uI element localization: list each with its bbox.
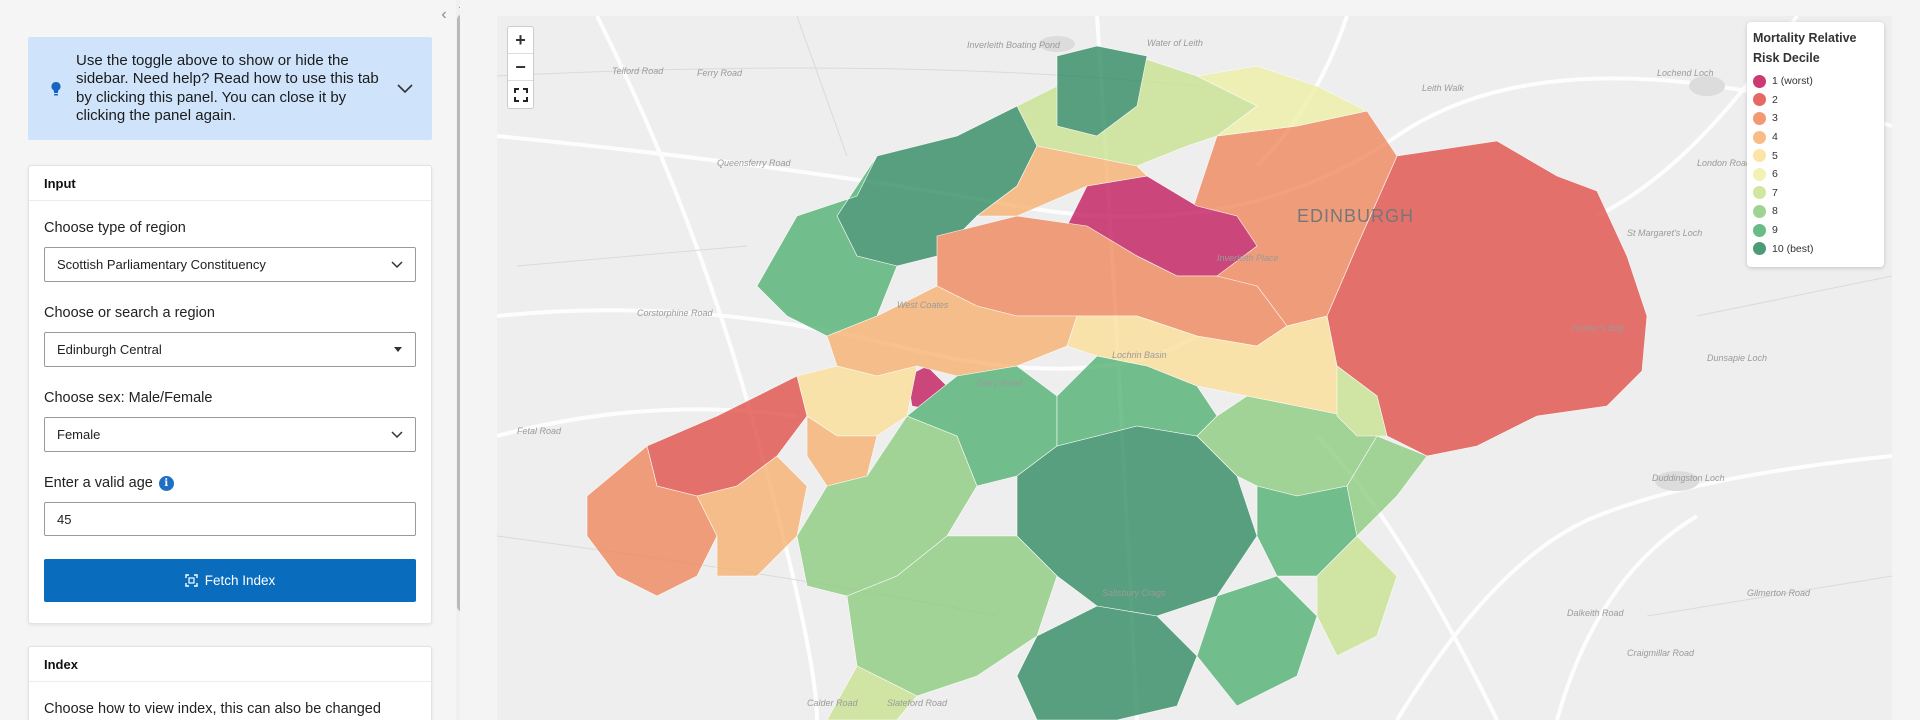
legend-label: 10 (best)	[1772, 242, 1814, 255]
sidebar: ‹ Use the toggle above to show or hide t…	[0, 0, 460, 720]
legend-swatch	[1753, 130, 1766, 144]
region-type-value: Scottish Parliamentary Constituency	[57, 257, 266, 272]
map-label: Lochrin Basin	[1112, 350, 1167, 360]
map-label: Leith Walk	[1422, 83, 1464, 93]
chevron-down-icon	[391, 430, 403, 438]
region-value: Edinburgh Central	[57, 342, 162, 357]
map-label: Duddingston Loch	[1652, 473, 1725, 483]
index-card-header: Index	[29, 647, 431, 682]
legend-label: 1 (worst)	[1772, 75, 1813, 88]
map-label: Salisbury Crags	[1102, 588, 1166, 598]
legend-item: 4	[1753, 128, 1878, 147]
map-basemap: Inverleith Boating Pond Water of Leith T…	[497, 16, 1892, 720]
refresh-icon	[185, 574, 198, 587]
legend-swatch	[1753, 186, 1766, 200]
map-label: Slateford Road	[887, 698, 948, 708]
legend-swatch	[1753, 149, 1766, 163]
index-view-label: Choose how to view index, this can also …	[44, 701, 381, 717]
map-label: Gilmerton Road	[1747, 588, 1811, 598]
info-icon[interactable]: i	[158, 475, 174, 491]
help-text: Use the toggle above to show or hide the…	[76, 51, 379, 125]
map-label: St Margaret's Loch	[1627, 228, 1702, 238]
zoom-control: + −	[507, 26, 534, 109]
map-label: Queensferry Road	[717, 158, 792, 168]
legend-item: 5	[1753, 146, 1878, 165]
legend-item: 7	[1753, 184, 1878, 203]
legend-swatch	[1753, 167, 1766, 181]
legend-swatch	[1753, 223, 1766, 237]
chevron-down-icon	[391, 260, 403, 268]
legend-swatch	[1753, 93, 1766, 107]
legend-swatch	[1753, 74, 1766, 88]
map-label: London Road	[1697, 158, 1752, 168]
map-label: West Coates	[897, 300, 949, 310]
map-label: Inverleith Boating Pond	[967, 40, 1061, 50]
map-label: Craigmillar Road	[1627, 648, 1695, 658]
city-label: EDINBURGH	[1297, 206, 1414, 226]
map-label: Fetal Road	[517, 426, 562, 436]
sex-value: Female	[57, 427, 101, 442]
region-label: Choose or search a region	[44, 305, 215, 321]
map-legend: Mortality Relative Risk Decile 1 (worst)…	[1747, 22, 1884, 267]
map-label: Lochend Loch	[1657, 68, 1714, 78]
map-label: Dunsapie Loch	[1707, 353, 1767, 363]
input-card: Input Choose type of region Scottish Par…	[28, 165, 432, 624]
map-label: Corstorphine Road	[637, 308, 714, 318]
legend-item: 1 (worst)	[1753, 72, 1878, 91]
region-type-select[interactable]: Scottish Parliamentary Constituency	[44, 247, 416, 282]
help-panel[interactable]: Use the toggle above to show or hide the…	[28, 37, 432, 140]
legend-label: 2	[1772, 93, 1778, 106]
choropleth-map[interactable]: Inverleith Boating Pond Water of Leith T…	[497, 16, 1892, 720]
index-card: Index Choose how to view index, this can…	[28, 646, 432, 720]
age-label: Enter a valid age	[44, 475, 153, 491]
legend-label: 5	[1772, 149, 1778, 162]
input-card-header: Input	[29, 166, 431, 201]
map-label: Calder Road	[807, 698, 859, 708]
legend-title: Mortality Relative Risk Decile	[1753, 31, 1857, 65]
legend-label: 6	[1772, 168, 1778, 181]
zoom-in-button[interactable]: +	[508, 27, 533, 54]
legend-swatch	[1753, 111, 1766, 125]
legend-swatch	[1753, 204, 1766, 218]
fetch-index-button[interactable]: Fetch Index	[44, 559, 416, 602]
legend-item: 10 (best)	[1753, 239, 1878, 258]
fullscreen-button[interactable]	[508, 81, 533, 108]
caret-down-icon	[394, 346, 402, 352]
map-label: Water of Leith	[1147, 38, 1203, 48]
sex-label: Choose sex: Male/Female	[44, 390, 213, 406]
sex-select[interactable]: Female	[44, 417, 416, 452]
region-select[interactable]: Edinburgh Central	[44, 332, 416, 367]
legend-label: 3	[1772, 112, 1778, 125]
age-label-row: Enter a valid age i	[44, 475, 416, 491]
collapse-sidebar-icon[interactable]: ‹	[436, 6, 452, 24]
legend-item: 2	[1753, 91, 1878, 110]
map-label: Hunter's Bog	[1572, 323, 1624, 333]
legend-item: 9	[1753, 221, 1878, 240]
legend-swatch	[1753, 242, 1766, 256]
legend-item: 3	[1753, 109, 1878, 128]
map-label: Dalkeith Road	[1567, 608, 1625, 618]
legend-label: 8	[1772, 205, 1778, 218]
fetch-index-label: Fetch Index	[204, 573, 276, 588]
legend-label: 9	[1772, 224, 1778, 237]
legend-label: 7	[1772, 186, 1778, 199]
fullscreen-icon	[513, 87, 528, 102]
chevron-down-icon[interactable]	[396, 83, 414, 94]
map-label: Ferry Road	[697, 68, 743, 78]
zoom-out-button[interactable]: −	[508, 54, 533, 81]
scroll-up-icon[interactable]	[458, 0, 460, 10]
map-label: Inverleith Place	[1217, 253, 1279, 263]
legend-label: 4	[1772, 131, 1778, 144]
map-label: Dalry Road	[977, 378, 1023, 388]
legend-item: 6	[1753, 165, 1878, 184]
legend-item: 8	[1753, 202, 1878, 221]
map-label: Telford Road	[612, 66, 664, 76]
age-input[interactable]	[44, 502, 416, 536]
scrollbar-thumb[interactable]	[457, 14, 460, 612]
lightbulb-icon	[51, 81, 61, 95]
region-type-label: Choose type of region	[44, 220, 186, 236]
